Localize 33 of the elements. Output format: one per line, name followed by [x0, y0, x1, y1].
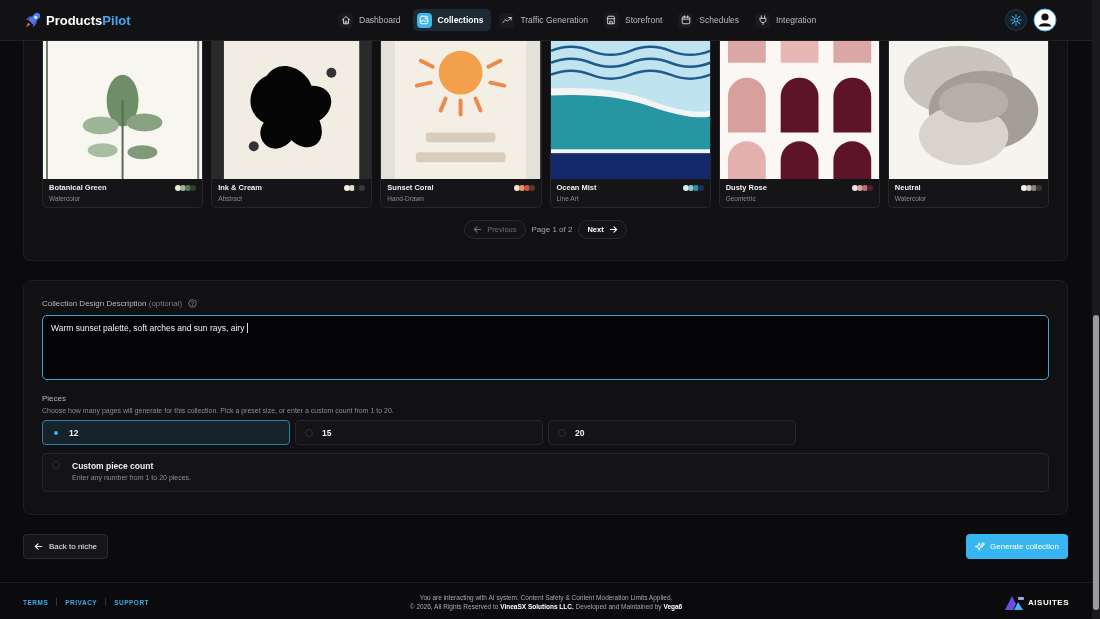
sun-icon: [1010, 14, 1022, 26]
trend-up-icon: [501, 15, 512, 25]
nav-tab[interactable]: Traffic Generation: [495, 9, 596, 31]
arrow-left-icon: [34, 542, 43, 551]
page-status: Page 1 of 2: [531, 225, 573, 234]
image-icon: [419, 15, 430, 25]
arrow-left-icon: [473, 225, 483, 234]
nav-tab[interactable]: Collections: [412, 9, 492, 31]
piece-option[interactable]: 20: [548, 420, 796, 445]
theme-toggle-button[interactable]: [1005, 9, 1027, 31]
description-field[interactable]: Warm sunset palette, soft arches and sun rays, airy: [42, 315, 1049, 380]
nav-tab[interactable]: Dashboard: [334, 9, 409, 31]
scrollbar-thumb[interactable]: [1093, 315, 1099, 610]
brand-name[interactable]: ProductsPilot: [46, 12, 131, 28]
piece-option[interactable]: 15: [295, 420, 543, 445]
plug-icon: [757, 15, 768, 25]
nav-tab[interactable]: Schedules: [674, 9, 747, 31]
help-icon[interactable]: [188, 299, 198, 308]
logo-icon: [1005, 594, 1026, 610]
nav-tab[interactable]: Integration: [751, 9, 825, 31]
sparkle-icon: [975, 541, 986, 552]
rocket-logo-icon: [24, 11, 42, 29]
section-title: Pieces: [42, 394, 67, 403]
back-button[interactable]: Back to niche: [23, 534, 109, 559]
nav-tab[interactable]: Storefront: [599, 9, 671, 31]
avatar-icon[interactable]: [1033, 8, 1057, 32]
piece-option[interactable]: 12: [42, 420, 290, 445]
store-icon: [606, 15, 617, 25]
home-icon: [340, 15, 351, 25]
arrow-right-icon: [608, 225, 618, 234]
calendar-icon: [680, 15, 691, 25]
field-label: Collection Design Description (optional): [42, 299, 183, 308]
logo-text: AISUITES: [1028, 597, 1069, 607]
